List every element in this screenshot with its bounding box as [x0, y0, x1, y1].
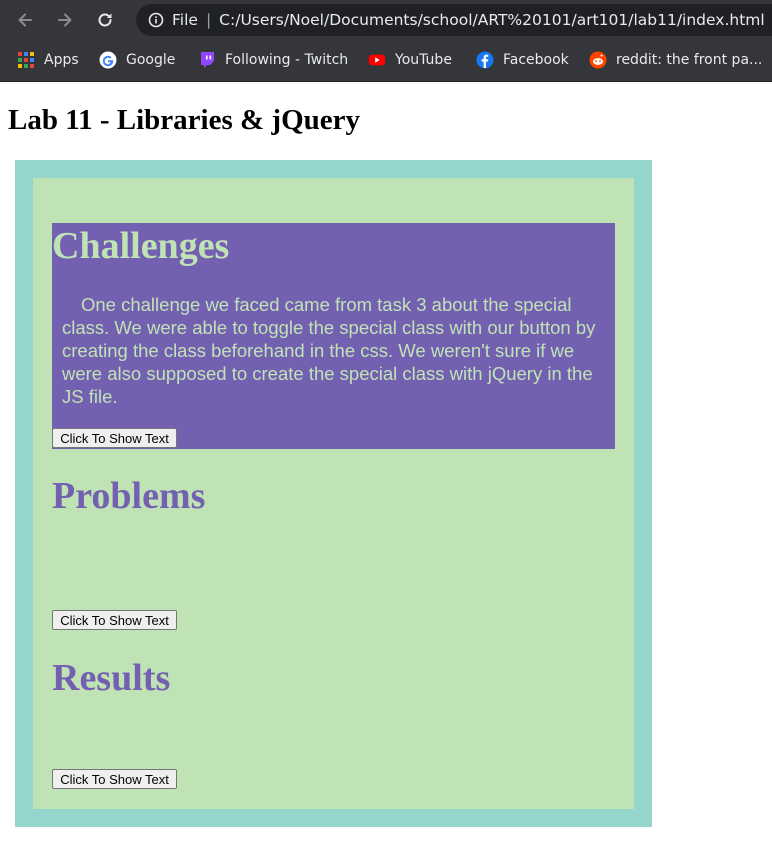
bookmark-facebook[interactable]: Facebook [476, 50, 569, 70]
results-show-text-button[interactable]: Click To Show Text [52, 769, 177, 789]
browser-toolbar: File | C:/Users/Noel/Documents/school/AR… [0, 0, 772, 40]
apps-grid-icon [17, 51, 35, 69]
challenges-heading: Challenges [52, 225, 230, 267]
facebook-icon [476, 51, 494, 69]
challenges-show-text-button[interactable]: Click To Show Text [52, 428, 177, 448]
bookmark-label: Google [126, 52, 176, 68]
arrow-left-icon [18, 13, 32, 27]
challenges-text: One challenge we faced came from task 3 … [62, 294, 596, 407]
back-button[interactable] [13, 8, 37, 32]
google-icon [99, 51, 117, 69]
info-icon[interactable] [148, 12, 164, 28]
scheme-label: File [172, 11, 198, 29]
page-title: Lab 11 - Libraries & jQuery [8, 104, 361, 136]
bookmark-twitch[interactable]: Following - Twitch [198, 50, 348, 70]
twitch-icon [198, 51, 216, 69]
address-bar[interactable]: File | C:/Users/Noel/Documents/school/AR… [136, 4, 772, 36]
address-separator: | [205, 11, 212, 29]
bookmark-label: Facebook [503, 52, 569, 68]
bookmark-google[interactable]: Google [99, 50, 175, 70]
bookmark-reddit[interactable]: reddit: the front pa... [589, 50, 762, 70]
bookmark-apps[interactable]: Apps [17, 50, 79, 70]
bookmark-label: YouTube [395, 52, 452, 68]
reload-icon [98, 13, 112, 27]
bookmark-youtube[interactable]: YouTube [368, 50, 452, 70]
bookmark-label: Following - Twitch [225, 52, 349, 68]
bookmarks-bar: Apps Google Following - Twitch YouTube F… [0, 40, 772, 82]
reddit-icon [589, 51, 607, 69]
bookmark-label: Apps [44, 52, 79, 68]
forward-button[interactable] [53, 8, 77, 32]
arrow-right-icon [58, 13, 72, 27]
youtube-icon [368, 51, 386, 69]
bookmark-label: reddit: the front pa... [616, 52, 763, 68]
results-heading: Results [52, 657, 171, 699]
problems-heading: Problems [52, 475, 206, 517]
problems-show-text-button[interactable]: Click To Show Text [52, 610, 177, 630]
reload-button[interactable] [93, 8, 117, 32]
url-text[interactable]: C:/Users/Noel/Documents/school/ART%20101… [219, 11, 765, 29]
